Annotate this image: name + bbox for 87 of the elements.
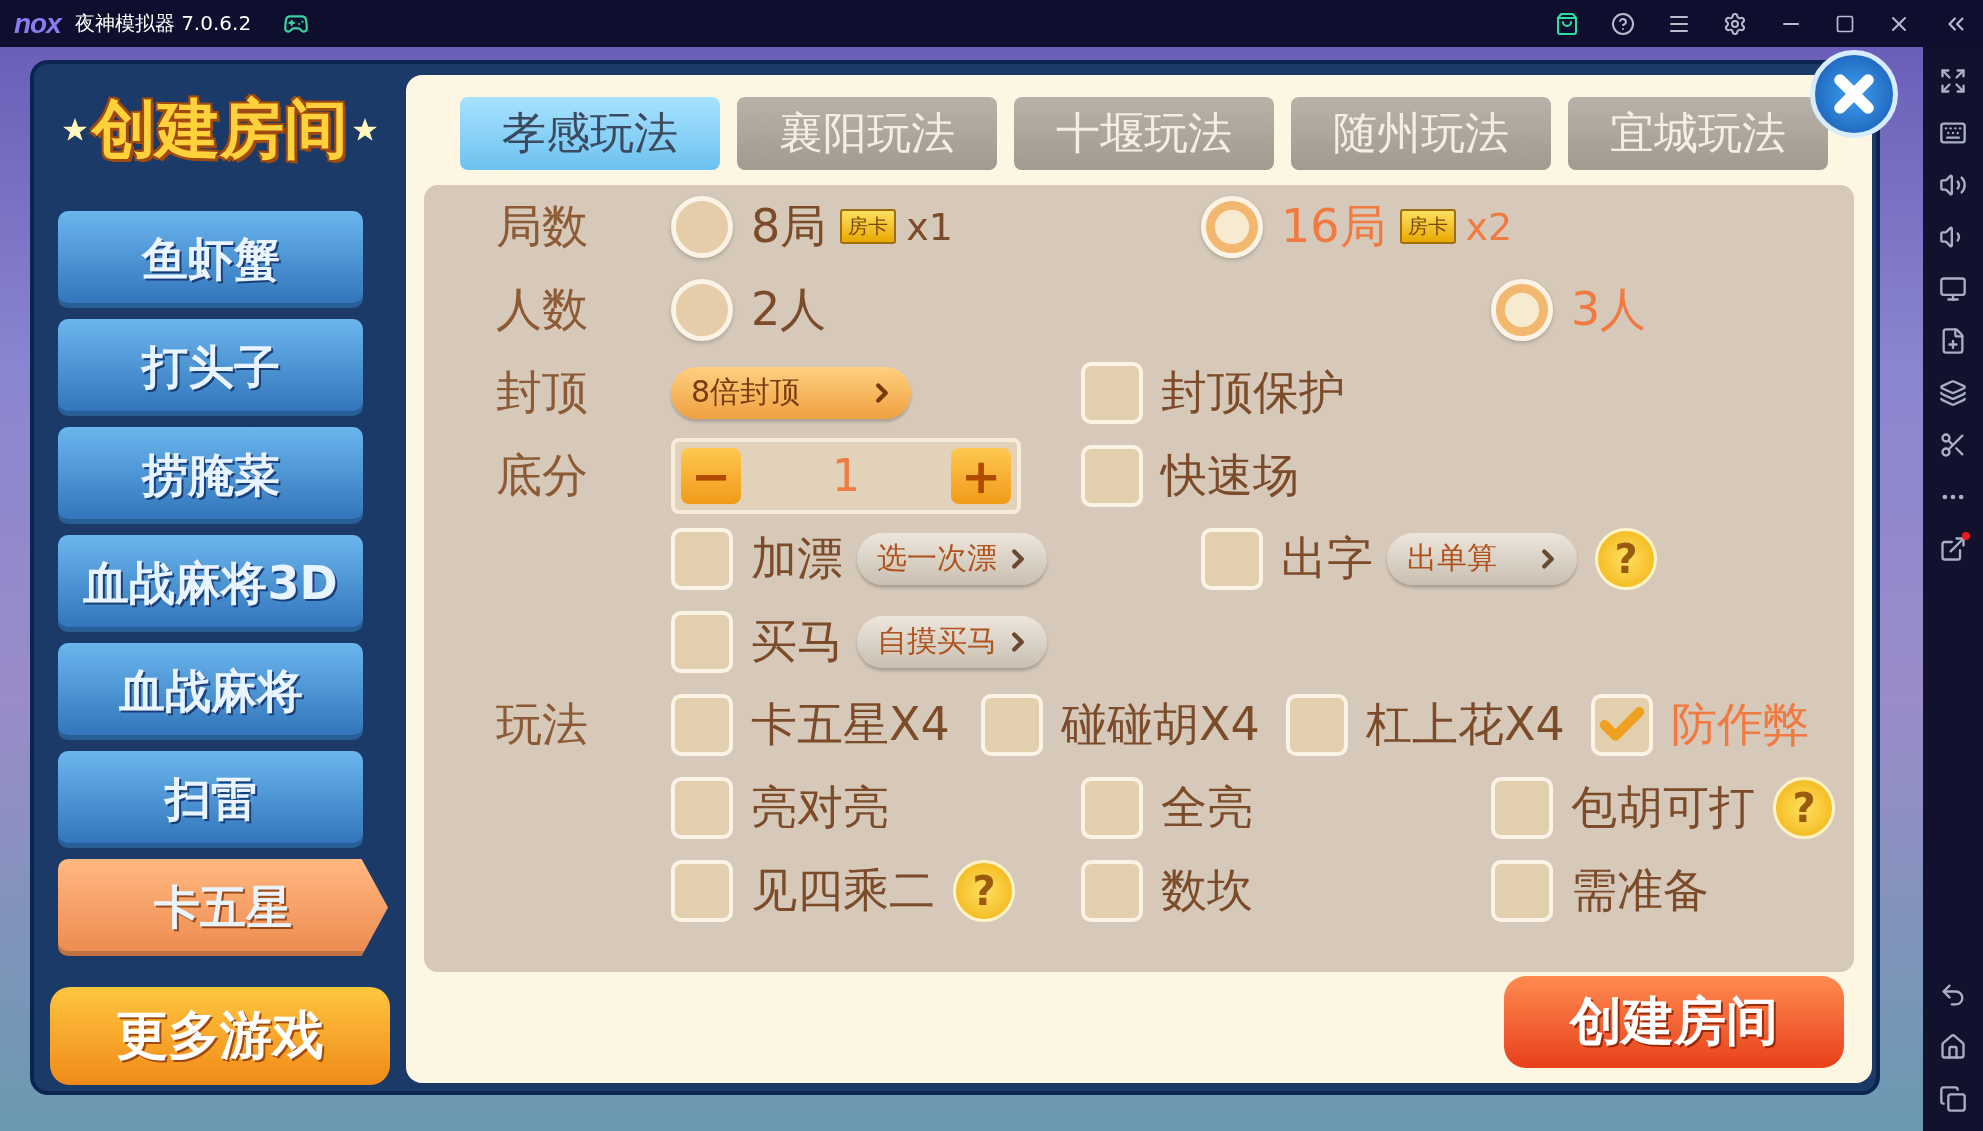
dropdown-button[interactable]: 8倍封顶 — [671, 366, 911, 419]
game-button[interactable]: 卡五星 — [58, 859, 388, 956]
minus-button[interactable]: − — [681, 447, 741, 504]
fullscreen-icon[interactable] — [1939, 67, 1967, 95]
help-icon[interactable] — [1611, 11, 1635, 36]
checkbox[interactable] — [1081, 859, 1143, 922]
layers-icon[interactable] — [1939, 379, 1967, 407]
option-label: 需准备 — [1571, 861, 1709, 919]
checkbox[interactable] — [1081, 361, 1143, 424]
help-button[interactable]: ? — [1595, 527, 1657, 590]
game-button[interactable]: 扫雷 — [58, 751, 363, 848]
dropdown-button[interactable]: 自摸买马 — [857, 615, 1047, 668]
cost-text: x2 — [1465, 204, 1513, 249]
option-label: 加漂 — [751, 529, 843, 587]
checkbox[interactable] — [1081, 444, 1143, 507]
bag-icon[interactable] — [1555, 11, 1579, 36]
rules-tab[interactable]: 宜城玩法 — [1568, 97, 1828, 170]
checkbox[interactable] — [1081, 776, 1143, 839]
radio-button[interactable] — [671, 278, 733, 341]
option-label: 快速场 — [1161, 446, 1299, 504]
checkbox[interactable] — [671, 776, 733, 839]
more-games-button[interactable]: 更多游戏 — [50, 987, 390, 1085]
row-label: 人数 — [496, 280, 589, 338]
option-label: 8局 — [751, 197, 827, 255]
game-button[interactable]: 打头子 — [58, 319, 363, 416]
option-label: 包胡可打 — [1571, 778, 1755, 836]
option-label: 杠上花X4 — [1366, 695, 1565, 753]
option-label: 全亮 — [1161, 778, 1253, 836]
option-label: 防作弊 — [1671, 695, 1809, 753]
checkbox[interactable] — [671, 859, 733, 922]
game-button[interactable]: 捞腌菜 — [58, 427, 363, 524]
rules-tab[interactable]: 十堰玩法 — [1014, 97, 1274, 170]
option-label: 买马 — [751, 612, 843, 670]
room-card-badge: 房卡 — [1399, 209, 1456, 244]
help-button[interactable]: ? — [953, 859, 1015, 922]
home-icon[interactable] — [1939, 1033, 1967, 1061]
checkbox[interactable] — [671, 527, 733, 590]
stepper-value: 1 — [832, 450, 860, 501]
cost-text: x1 — [906, 204, 953, 249]
checkbox[interactable] — [1286, 693, 1348, 756]
option-label: 碰碰胡X4 — [1061, 695, 1260, 753]
row-label: 玩法 — [496, 695, 589, 753]
option-label: 3人 — [1571, 280, 1647, 338]
checkbox[interactable] — [671, 693, 733, 756]
option-label: 2人 — [751, 280, 827, 338]
dialog-title: 创建房间 — [92, 91, 348, 168]
option-label: 见四乘二 — [751, 861, 935, 919]
recent-apps-icon[interactable] — [1939, 1085, 1967, 1113]
checkbox[interactable] — [671, 610, 733, 673]
row-label: 局数 — [496, 197, 589, 255]
option-label: 出字 — [1281, 529, 1373, 587]
row-label: 封顶 — [496, 363, 589, 421]
game-button[interactable]: 血战麻将 — [58, 643, 363, 740]
option-label: 16局 — [1281, 197, 1386, 255]
plus-button[interactable]: + — [951, 447, 1011, 504]
radio-button[interactable] — [1491, 278, 1553, 341]
monitor-icon[interactable] — [1939, 275, 1967, 303]
rules-tab[interactable]: 随州玩法 — [1291, 97, 1551, 170]
radio-button[interactable] — [671, 195, 733, 258]
maximize-icon[interactable] — [1835, 13, 1855, 34]
create-room-button[interactable]: 创建房间 — [1504, 975, 1844, 1068]
option-label: 亮对亮 — [751, 778, 889, 836]
checkbox[interactable] — [1591, 693, 1653, 756]
game-button[interactable]: 血战麻将3D — [58, 535, 363, 632]
checkbox[interactable] — [981, 693, 1043, 756]
dropdown-button[interactable]: 选一次漂 — [857, 532, 1047, 585]
dropdown-button[interactable]: 出单算 — [1387, 532, 1577, 585]
external-link-icon[interactable] — [1939, 535, 1967, 563]
checkbox[interactable] — [1491, 859, 1553, 922]
star-icon — [352, 116, 378, 143]
option-label: 数坎 — [1161, 861, 1253, 919]
checkbox[interactable] — [1201, 527, 1263, 590]
stepper-field[interactable]: − 1 + — [671, 437, 1021, 514]
settings-icon[interactable] — [1723, 11, 1747, 36]
star-icon — [62, 116, 88, 143]
checkbox[interactable] — [1491, 776, 1553, 839]
option-label: 卡五星X4 — [751, 695, 950, 753]
window-title: 夜神模拟器 7.0.6.2 — [74, 10, 252, 37]
row-label: 底分 — [496, 446, 589, 504]
rules-tab[interactable]: 孝感玩法 — [460, 97, 720, 170]
help-button[interactable]: ? — [1773, 776, 1835, 839]
app-logo: nox — [14, 7, 61, 40]
rules-tab[interactable]: 襄阳玩法 — [737, 97, 997, 170]
room-card-badge: 房卡 — [840, 209, 897, 244]
radio-button[interactable] — [1201, 195, 1263, 258]
option-label: 封顶保护 — [1161, 363, 1345, 421]
game-button[interactable]: 鱼虾蟹 — [58, 211, 363, 308]
